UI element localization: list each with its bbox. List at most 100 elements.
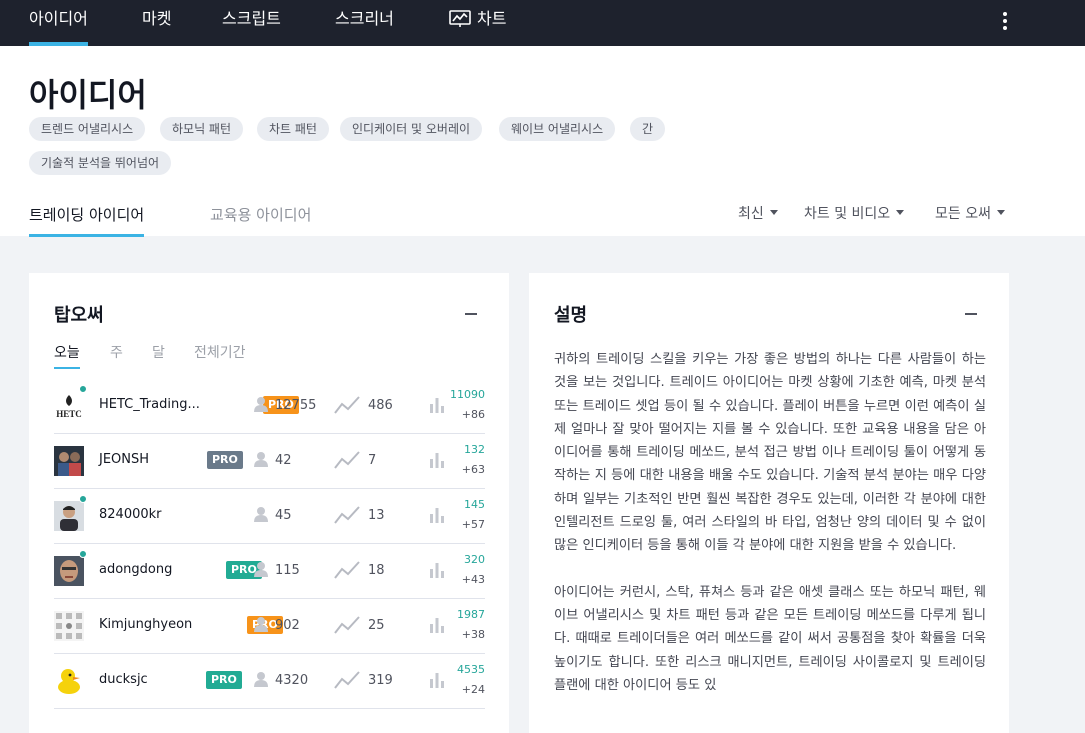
ideas-trend-icon bbox=[334, 615, 360, 639]
tag-harmonic-patterns[interactable]: 하모닉 패턴 bbox=[160, 117, 244, 141]
online-status-dot bbox=[79, 495, 87, 503]
ideas-count: 319 bbox=[368, 673, 393, 688]
ideas-trend-icon bbox=[334, 395, 360, 419]
tag-wave-analysis[interactable]: 웨이브 어낼리시스 bbox=[499, 117, 616, 141]
ideas-count: 486 bbox=[368, 398, 393, 413]
reputation-bars-icon bbox=[429, 615, 445, 637]
avatar[interactable] bbox=[54, 556, 84, 586]
author-row[interactable]: JEONSH PRO 42 7 132 +63 bbox=[54, 434, 485, 489]
nav-ideas[interactable]: 아이디어 bbox=[29, 0, 88, 46]
online-status-dot bbox=[79, 550, 87, 558]
author-row[interactable]: ducksjc PRO 4320 319 4535 +24 bbox=[54, 654, 485, 709]
nav-markets[interactable]: 마켓 bbox=[142, 0, 171, 46]
ideas-header: 아이디어 트렌드 어낼리시스 하모닉 패턴 차트 패턴 인디케이터 및 오버레이… bbox=[0, 46, 1085, 237]
reputation-delta: +24 bbox=[461, 683, 485, 696]
followers-icon bbox=[254, 451, 268, 471]
reputation-bars-icon bbox=[429, 505, 445, 527]
more-menu-icon[interactable] bbox=[997, 10, 1013, 32]
period-all-time[interactable]: 전체기간 bbox=[194, 342, 246, 362]
followers-count: 12755 bbox=[275, 398, 317, 413]
author-username[interactable]: adongdong bbox=[99, 562, 172, 577]
reputation-bars-icon bbox=[429, 670, 445, 692]
tab-educational-ideas[interactable]: 교육용 아이디어 bbox=[210, 204, 311, 225]
reputation-bars-icon bbox=[429, 560, 445, 582]
reputation-delta: +63 bbox=[461, 463, 485, 476]
svg-text:HETC: HETC bbox=[56, 409, 82, 419]
description-title: 설명 bbox=[554, 305, 588, 326]
author-username[interactable]: HETC_Trading... bbox=[99, 397, 200, 412]
avatar[interactable]: HETC bbox=[54, 391, 84, 421]
tag-trend-analysis[interactable]: 트렌드 어낼리시스 bbox=[29, 117, 146, 141]
avatar[interactable] bbox=[54, 666, 84, 696]
description-panel: 설명 귀하의 트레이딩 스킬을 키우는 가장 좋은 방법의 하나는 다른 사람들… bbox=[529, 273, 1009, 733]
reputation-score: 11090 bbox=[450, 388, 485, 401]
page-title: 아이디어 bbox=[29, 76, 147, 114]
reputation-delta: +38 bbox=[461, 628, 485, 641]
reputation-delta: +57 bbox=[461, 518, 485, 531]
nav-chart-label: 차트 bbox=[477, 9, 507, 28]
tag-gann[interactable]: 간 bbox=[630, 117, 666, 141]
minimize-icon[interactable] bbox=[965, 313, 977, 315]
followers-count: 42 bbox=[275, 453, 292, 468]
followers-icon bbox=[254, 396, 268, 416]
author-username[interactable]: Kimjunghyeon bbox=[99, 617, 192, 632]
description-paragraph: 아이디어는 커런시, 스탁, 퓨쳐스 등과 같은 애셋 클래스 또는 하모닉 패… bbox=[554, 584, 986, 693]
followers-count: 4320 bbox=[275, 673, 309, 688]
followers-icon bbox=[254, 671, 268, 691]
tag-indicators-overlays[interactable]: 인디케이터 및 오버레이 bbox=[340, 117, 483, 141]
top-authors-title: 탑오써 bbox=[54, 305, 104, 326]
nav-chart[interactable]: 차트 bbox=[449, 0, 506, 46]
reputation-score: 145 bbox=[464, 498, 485, 511]
tag-chart-patterns[interactable]: 차트 패턴 bbox=[257, 117, 329, 141]
followers-icon bbox=[254, 561, 268, 581]
description-paragraph: 귀하의 트레이딩 스킬을 키우는 가장 좋은 방법의 하나는 다른 사람들이 하… bbox=[554, 352, 986, 554]
ideas-count: 13 bbox=[368, 508, 385, 523]
ideas-trend-icon bbox=[334, 560, 360, 584]
filter-authors[interactable]: 모든 오써 bbox=[935, 203, 1005, 223]
reputation-delta: +43 bbox=[461, 573, 485, 586]
ideas-count: 7 bbox=[368, 453, 377, 468]
filter-type[interactable]: 차트 및 비디오 bbox=[804, 203, 905, 223]
author-username[interactable]: 824000kr bbox=[99, 507, 162, 522]
pro-badge: PRO bbox=[206, 671, 242, 689]
filter-sort[interactable]: 최신 bbox=[738, 203, 778, 223]
author-row[interactable]: 824000kr 45 13 145 +57 bbox=[54, 489, 485, 544]
author-row[interactable]: HETC HETC_Trading... PRO 12755 486 11090 +86 bbox=[54, 379, 485, 434]
chevron-down-icon bbox=[896, 210, 905, 215]
followers-icon bbox=[254, 616, 268, 636]
filter-authors-label: 모든 오써 bbox=[935, 206, 991, 222]
filter-sort-label: 최신 bbox=[738, 206, 764, 222]
avatar[interactable] bbox=[54, 611, 84, 641]
chevron-down-icon bbox=[996, 210, 1005, 215]
followers-count: 45 bbox=[275, 508, 292, 523]
period-week[interactable]: 주 bbox=[110, 342, 123, 362]
avatar[interactable] bbox=[54, 501, 84, 531]
reputation-bars-icon bbox=[429, 395, 445, 417]
period-month[interactable]: 달 bbox=[152, 342, 165, 362]
tab-trading-ideas[interactable]: 트레이딩 아이디어 bbox=[29, 204, 145, 237]
description-text: 귀하의 트레이딩 스킬을 키우는 가장 좋은 방법의 하나는 다른 사람들이 하… bbox=[554, 348, 986, 720]
ideas-count: 25 bbox=[368, 618, 385, 633]
chevron-down-icon bbox=[769, 210, 778, 215]
author-row[interactable]: adongdong PRO 115 18 320 +43 bbox=[54, 544, 485, 599]
nav-screener[interactable]: 스크리너 bbox=[335, 0, 394, 46]
period-today[interactable]: 오늘 bbox=[54, 342, 80, 369]
reputation-score: 320 bbox=[464, 553, 485, 566]
online-status-dot bbox=[79, 385, 87, 393]
author-row[interactable]: Kimjunghyeon PRO 902 25 1987 +38 bbox=[54, 599, 485, 654]
pro-badge: PRO bbox=[207, 451, 243, 469]
minimize-icon[interactable] bbox=[465, 313, 477, 315]
chart-icon bbox=[449, 10, 471, 27]
reputation-score: 4535 bbox=[457, 663, 485, 676]
followers-count: 902 bbox=[275, 618, 300, 633]
avatar[interactable] bbox=[54, 446, 84, 476]
ideas-trend-icon bbox=[334, 670, 360, 694]
author-username[interactable]: JEONSH bbox=[99, 452, 149, 467]
nav-scripts[interactable]: 스크립트 bbox=[222, 0, 281, 46]
top-authors-panel: 탑오써 오늘 주 달 전체기간 HETC HETC_Trading... PRO 12… bbox=[29, 273, 509, 733]
ideas-trend-icon bbox=[334, 505, 360, 529]
reputation-bars-icon bbox=[429, 450, 445, 472]
author-username[interactable]: ducksjc bbox=[99, 672, 148, 687]
tag-beyond-technical-analysis[interactable]: 기술적 분석을 뛰어넘어 bbox=[29, 151, 172, 175]
followers-icon bbox=[254, 506, 268, 526]
